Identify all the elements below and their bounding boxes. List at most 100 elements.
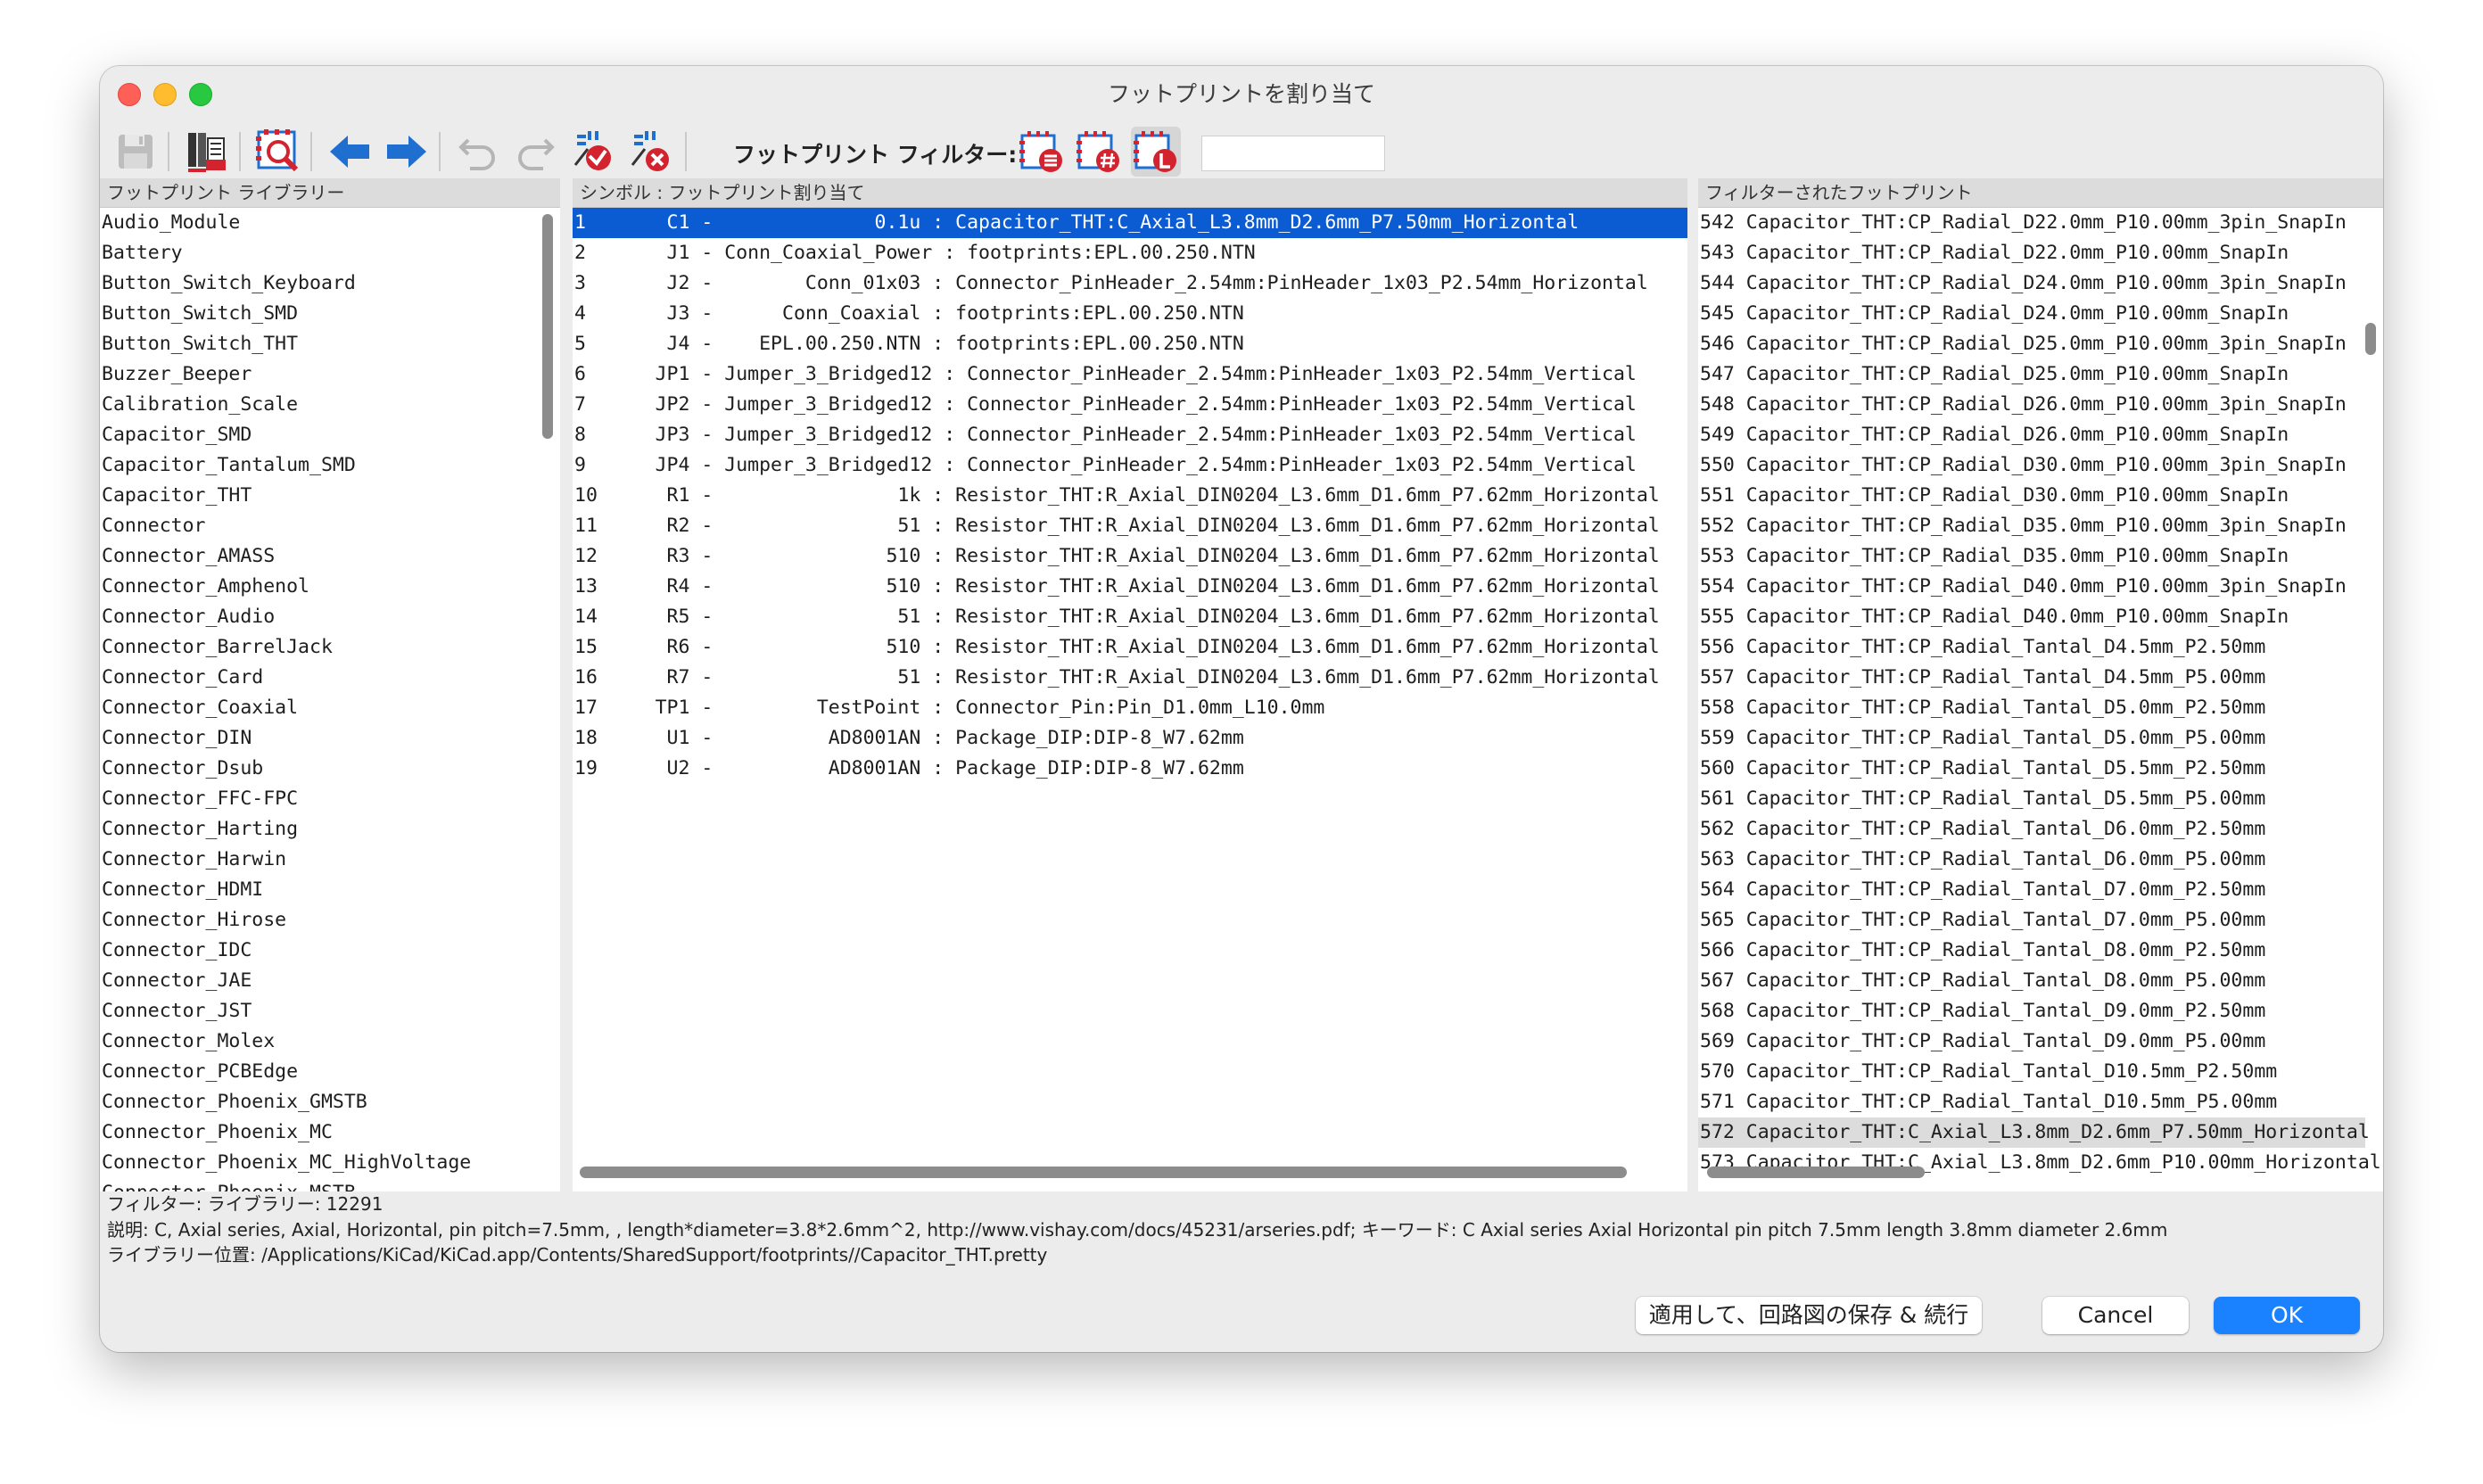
list-item[interactable]: 561 Capacitor_THT:CP_Radial_Tantal_D5.5m… xyxy=(1698,784,2365,814)
list-item[interactable]: 7 JP2 - Jumper_3_Bridged12 : Connector_P… xyxy=(573,390,1687,420)
auto-associate-icon[interactable] xyxy=(569,127,619,177)
list-item[interactable]: Capacitor_THT xyxy=(100,481,560,511)
undo-icon[interactable] xyxy=(453,127,503,177)
list-item[interactable]: 1 C1 - 0.1u : Capacitor_THT:C_Axial_L3.8… xyxy=(573,208,1687,238)
list-item[interactable]: 543 Capacitor_THT:CP_Radial_D22.0mm_P10.… xyxy=(1698,238,2365,268)
list-item[interactable]: Button_Switch_Keyboard xyxy=(100,268,560,299)
list-item[interactable]: Connector_Phoenix_MC xyxy=(100,1117,560,1148)
filter-by-library-icon[interactable] xyxy=(1131,127,1181,177)
list-item[interactable]: 566 Capacitor_THT:CP_Radial_Tantal_D8.0m… xyxy=(1698,936,2365,966)
list-item[interactable]: Button_Switch_SMD xyxy=(100,299,560,329)
list-item[interactable]: Connector_Hirose xyxy=(100,905,560,936)
list-item[interactable]: 559 Capacitor_THT:CP_Radial_Tantal_D5.0m… xyxy=(1698,723,2365,754)
list-item[interactable]: 556 Capacitor_THT:CP_Radial_Tantal_D4.5m… xyxy=(1698,632,2365,663)
list-item[interactable]: Connector_JST xyxy=(100,996,560,1026)
list-item[interactable]: 4 J3 - Conn_Coaxial : footprints:EPL.00.… xyxy=(573,299,1687,329)
list-item[interactable]: Connector_PCBEdge xyxy=(100,1057,560,1087)
list-item[interactable]: 544 Capacitor_THT:CP_Radial_D24.0mm_P10.… xyxy=(1698,268,2365,299)
list-item[interactable]: 568 Capacitor_THT:CP_Radial_Tantal_D9.0m… xyxy=(1698,996,2365,1026)
redo-icon[interactable] xyxy=(510,127,560,177)
list-item[interactable]: 13 R4 - 510 : Resistor_THT:R_Axial_DIN02… xyxy=(573,572,1687,602)
list-item[interactable]: 547 Capacitor_THT:CP_Radial_D25.0mm_P10.… xyxy=(1698,359,2365,390)
list-item[interactable]: 3 J2 - Conn_01x03 : Connector_PinHeader_… xyxy=(573,268,1687,299)
list-item[interactable]: 546 Capacitor_THT:CP_Radial_D25.0mm_P10.… xyxy=(1698,329,2365,359)
list-item[interactable]: 14 R5 - 51 : Resistor_THT:R_Axial_DIN020… xyxy=(573,602,1687,632)
list-item[interactable]: 549 Capacitor_THT:CP_Radial_D26.0mm_P10.… xyxy=(1698,420,2365,450)
list-item[interactable]: 9 JP4 - Jumper_3_Bridged12 : Connector_P… xyxy=(573,450,1687,481)
list-item[interactable]: 555 Capacitor_THT:CP_Radial_D40.0mm_P10.… xyxy=(1698,602,2365,632)
list-item[interactable]: 16 R7 - 51 : Resistor_THT:R_Axial_DIN020… xyxy=(573,663,1687,693)
footprint-library-list[interactable]: Audio_Module Battery Button_Switch_Keyboar… xyxy=(100,208,560,1191)
footprint-filter-input[interactable] xyxy=(1201,136,1385,171)
list-item[interactable]: Connector_AMASS xyxy=(100,541,560,572)
filtered-horizontal-scrollbar[interactable] xyxy=(1707,1167,1925,1178)
list-item[interactable]: Button_Switch_THT xyxy=(100,329,560,359)
list-item[interactable]: Connector_Dsub xyxy=(100,754,560,784)
list-item[interactable]: 12 R3 - 510 : Resistor_THT:R_Axial_DIN02… xyxy=(573,541,1687,572)
list-item[interactable]: Connector_HDMI xyxy=(100,875,560,905)
cancel-button[interactable]: Cancel xyxy=(2042,1297,2189,1334)
list-item[interactable]: 570 Capacitor_THT:CP_Radial_Tantal_D10.5… xyxy=(1698,1057,2365,1087)
list-item[interactable]: 569 Capacitor_THT:CP_Radial_Tantal_D9.0m… xyxy=(1698,1026,2365,1057)
list-item[interactable]: Connector_IDC xyxy=(100,936,560,966)
list-item[interactable]: Connector_Phoenix_MC_HighVoltage xyxy=(100,1148,560,1178)
list-item[interactable]: 564 Capacitor_THT:CP_Radial_Tantal_D7.0m… xyxy=(1698,875,2365,905)
list-item[interactable]: 6 JP1 - Jumper_3_Bridged12 : Connector_P… xyxy=(573,359,1687,390)
filtered-footprints-list[interactable]: 542 Capacitor_THT:CP_Radial_D22.0mm_P10.… xyxy=(1698,208,2381,1178)
list-item[interactable]: 565 Capacitor_THT:CP_Radial_Tantal_D7.0m… xyxy=(1698,905,2365,936)
list-item[interactable]: Connector_FFC-FPC xyxy=(100,784,560,814)
list-item[interactable]: 545 Capacitor_THT:CP_Radial_D24.0mm_P10.… xyxy=(1698,299,2365,329)
save-icon[interactable] xyxy=(111,127,161,177)
list-item[interactable]: Connector_Harwin xyxy=(100,845,560,875)
list-item[interactable]: Connector_JAE xyxy=(100,966,560,996)
list-item[interactable]: Connector_Phoenix_MSTB xyxy=(100,1178,560,1191)
list-item[interactable]: 554 Capacitor_THT:CP_Radial_D40.0mm_P10.… xyxy=(1698,572,2365,602)
list-item[interactable]: 548 Capacitor_THT:CP_Radial_D26.0mm_P10.… xyxy=(1698,390,2365,420)
list-item[interactable]: 552 Capacitor_THT:CP_Radial_D35.0mm_P10.… xyxy=(1698,511,2365,541)
list-item[interactable]: Connector_BarrelJack xyxy=(100,632,560,663)
list-item[interactable]: 562 Capacitor_THT:CP_Radial_Tantal_D6.0m… xyxy=(1698,814,2365,845)
list-item[interactable]: 550 Capacitor_THT:CP_Radial_D30.0mm_P10.… xyxy=(1698,450,2365,481)
filter-by-keywords-icon[interactable] xyxy=(1017,127,1067,177)
library-scrollbar[interactable] xyxy=(542,214,553,439)
list-item[interactable]: 551 Capacitor_THT:CP_Radial_D30.0mm_P10.… xyxy=(1698,481,2365,511)
symbol-assignment-list[interactable]: 1 C1 - 0.1u : Capacitor_THT:C_Axial_L3.8… xyxy=(573,208,1687,784)
list-item[interactable]: Audio_Module xyxy=(100,208,560,238)
list-item[interactable]: 557 Capacitor_THT:CP_Radial_Tantal_D4.5m… xyxy=(1698,663,2365,693)
list-item[interactable]: 558 Capacitor_THT:CP_Radial_Tantal_D5.0m… xyxy=(1698,693,2365,723)
list-item[interactable]: 10 R1 - 1k : Resistor_THT:R_Axial_DIN020… xyxy=(573,481,1687,511)
list-item[interactable]: 563 Capacitor_THT:CP_Radial_Tantal_D6.0m… xyxy=(1698,845,2365,875)
list-item[interactable]: 567 Capacitor_THT:CP_Radial_Tantal_D8.0m… xyxy=(1698,966,2365,996)
ok-button[interactable]: OK xyxy=(2214,1297,2360,1334)
list-item[interactable]: 2 J1 - Conn_Coaxial_Power : footprints:E… xyxy=(573,238,1687,268)
list-item[interactable]: Buzzer_Beeper xyxy=(100,359,560,390)
list-item[interactable]: 5 J4 - EPL.00.250.NTN : footprints:EPL.0… xyxy=(573,329,1687,359)
list-item[interactable]: Battery xyxy=(100,238,560,268)
list-item[interactable]: 18 U1 - AD8001AN : Package_DIP:DIP-8_W7.… xyxy=(573,723,1687,754)
filter-by-pin-count-icon[interactable] xyxy=(1074,127,1124,177)
list-item[interactable]: Connector xyxy=(100,511,560,541)
list-item[interactable]: 560 Capacitor_THT:CP_Radial_Tantal_D5.5m… xyxy=(1698,754,2365,784)
filtered-footprints-scrollbar[interactable] xyxy=(2365,323,2376,355)
list-item[interactable]: 553 Capacitor_THT:CP_Radial_D35.0mm_P10.… xyxy=(1698,541,2365,572)
list-item[interactable]: Calibration_Scale xyxy=(100,390,560,420)
list-item[interactable]: 8 JP3 - Jumper_3_Bridged12 : Connector_P… xyxy=(573,420,1687,450)
symbol-horizontal-scrollbar[interactable] xyxy=(580,1167,1627,1178)
list-item[interactable]: 542 Capacitor_THT:CP_Radial_D22.0mm_P10.… xyxy=(1698,208,2365,238)
arrow-left-icon[interactable] xyxy=(325,127,375,177)
view-footprint-icon[interactable] xyxy=(253,127,303,177)
list-item[interactable]: Connector_Molex xyxy=(100,1026,560,1057)
list-item[interactable]: 571 Capacitor_THT:CP_Radial_Tantal_D10.5… xyxy=(1698,1087,2365,1117)
list-item[interactable]: 17 TP1 - TestPoint : Connector_Pin:Pin_D… xyxy=(573,693,1687,723)
list-item[interactable]: Connector_Audio xyxy=(100,602,560,632)
list-item[interactable]: 572 Capacitor_THT:C_Axial_L3.8mm_D2.6mm_… xyxy=(1698,1117,2370,1148)
list-item[interactable]: Connector_Harting xyxy=(100,814,560,845)
list-item[interactable]: 15 R6 - 510 : Resistor_THT:R_Axial_DIN02… xyxy=(573,632,1687,663)
list-item[interactable]: 19 U2 - AD8001AN : Package_DIP:DIP-8_W7.… xyxy=(573,754,1687,784)
list-item[interactable]: Connector_Coaxial xyxy=(100,693,560,723)
list-item[interactable]: Connector_Amphenol xyxy=(100,572,560,602)
delete-associations-icon[interactable] xyxy=(626,127,676,177)
list-item[interactable]: 11 R2 - 51 : Resistor_THT:R_Axial_DIN020… xyxy=(573,511,1687,541)
library-browser-icon[interactable] xyxy=(182,127,232,177)
apply-save-continue-button[interactable]: 適用して、回路図の保存 & 続行 xyxy=(1636,1297,1982,1334)
